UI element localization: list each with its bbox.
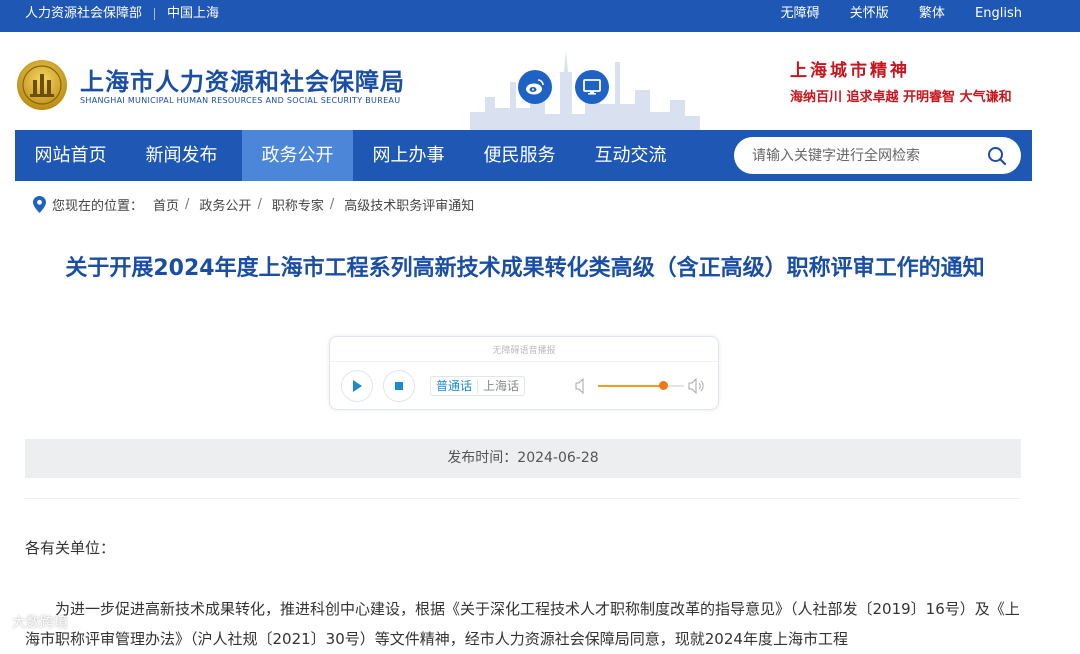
top-bar: 人力资源社会保障部 中国上海 无障碍 关怀版 繁体 English (0, 0, 1080, 32)
link-traditional-chinese[interactable]: 繁体 (919, 6, 945, 21)
watermark: 大数跨境 (12, 615, 68, 631)
nav-item-government-affairs[interactable]: 政务公开 (242, 130, 353, 181)
weibo-icon (526, 79, 544, 95)
site-title[interactable]: 上海市人力资源和社会保障局 (80, 62, 405, 97)
breadcrumb-separator: / (329, 197, 335, 212)
monitor-icon (583, 79, 601, 95)
player-title: 无障碍语音播报 (492, 346, 556, 356)
article-title: 关于开展2024年度上海市工程系列高新技术成果转化类高级（含正高级）职称评审工作… (65, 256, 985, 281)
breadcrumb-government-affairs[interactable]: 政务公开 (199, 199, 251, 214)
breadcrumb-title-experts[interactable]: 职称专家 (272, 199, 324, 214)
stop-button[interactable] (383, 370, 415, 402)
play-icon (353, 380, 362, 392)
site-title-english: SHANGHAI MUNICIPAL HUMAN RESOURCES AND S… (80, 96, 401, 105)
language-mandarin[interactable]: 普通话 (431, 379, 477, 393)
city-spirit-title: 上海城市精神 (790, 61, 910, 81)
bureau-emblem-icon[interactable] (15, 58, 69, 112)
volume-slider-handle[interactable] (658, 381, 668, 390)
breadcrumb-label: 您现在的位置： (52, 199, 144, 214)
main-nav: 网站首页 新闻发布 政务公开 网上办事 便民服务 互动交流 (15, 130, 1032, 181)
article-greeting: 各有关单位： (25, 539, 116, 557)
link-english[interactable]: English (975, 6, 1022, 21)
location-pin-icon (33, 196, 46, 213)
breadcrumb-separator: / (185, 197, 190, 212)
nav-item-public-services[interactable]: 便民服务 (464, 130, 575, 181)
nav-item-interaction[interactable]: 互动交流 (575, 130, 686, 181)
breadcrumb-current[interactable]: 高级技术职务评审通知 (344, 199, 474, 214)
top-bar-left: 人力资源社会保障部 中国上海 (25, 0, 219, 28)
divider (25, 498, 1021, 499)
volume-low-icon (575, 378, 584, 394)
search-input[interactable] (752, 137, 972, 174)
divider (154, 7, 156, 20)
link-accessibility[interactable]: 无障碍 (781, 6, 820, 21)
voice-broadcast-player: 无障碍语音播报 普通话 上海话 (329, 336, 719, 410)
volume-slider[interactable] (598, 381, 684, 390)
volume-high-icon (688, 378, 704, 394)
desktop-version-button[interactable] (575, 70, 609, 104)
nav-item-news[interactable]: 新闻发布 (126, 130, 237, 181)
stop-icon (395, 382, 403, 390)
language-switch: 普通话 上海话 (430, 376, 526, 396)
link-elderly-mode[interactable]: 关怀版 (850, 6, 889, 21)
publish-date-bar: 发布时间：2024-06-28 (25, 439, 1021, 478)
volume-slider-fill (598, 385, 663, 387)
link-china-shanghai[interactable]: 中国上海 (167, 6, 219, 21)
top-bar-right: 无障碍 关怀版 繁体 English (755, 0, 1022, 28)
city-spirit-text: 海纳百川 追求卓越 开明睿智 大气谦和 (790, 90, 1012, 105)
nav-item-home[interactable]: 网站首页 (15, 130, 126, 181)
search-icon[interactable] (987, 146, 1007, 166)
language-shanghainese[interactable]: 上海话 (477, 379, 525, 393)
breadcrumb-home[interactable]: 首页 (153, 199, 179, 214)
weibo-button[interactable] (518, 70, 552, 104)
link-mohrss[interactable]: 人力资源社会保障部 (25, 6, 142, 21)
divider (330, 361, 718, 362)
site-header: 上海市人力资源和社会保障局 SHANGHAI MUNICIPAL HUMAN R… (0, 32, 1080, 130)
search-box (734, 137, 1021, 174)
article-paragraph: 为进一步促进高新技术成果转化，推进科创中心建设，根据《关于深化工程技术人才职称制… (25, 600, 1020, 648)
breadcrumb: 您现在的位置： 首页 / 政务公开 / 职称专家 / 高级技术职务评审通知 (33, 195, 474, 214)
breadcrumb-separator: / (257, 197, 262, 212)
play-button[interactable] (341, 370, 373, 402)
nav-item-online-services[interactable]: 网上办事 (353, 130, 464, 181)
